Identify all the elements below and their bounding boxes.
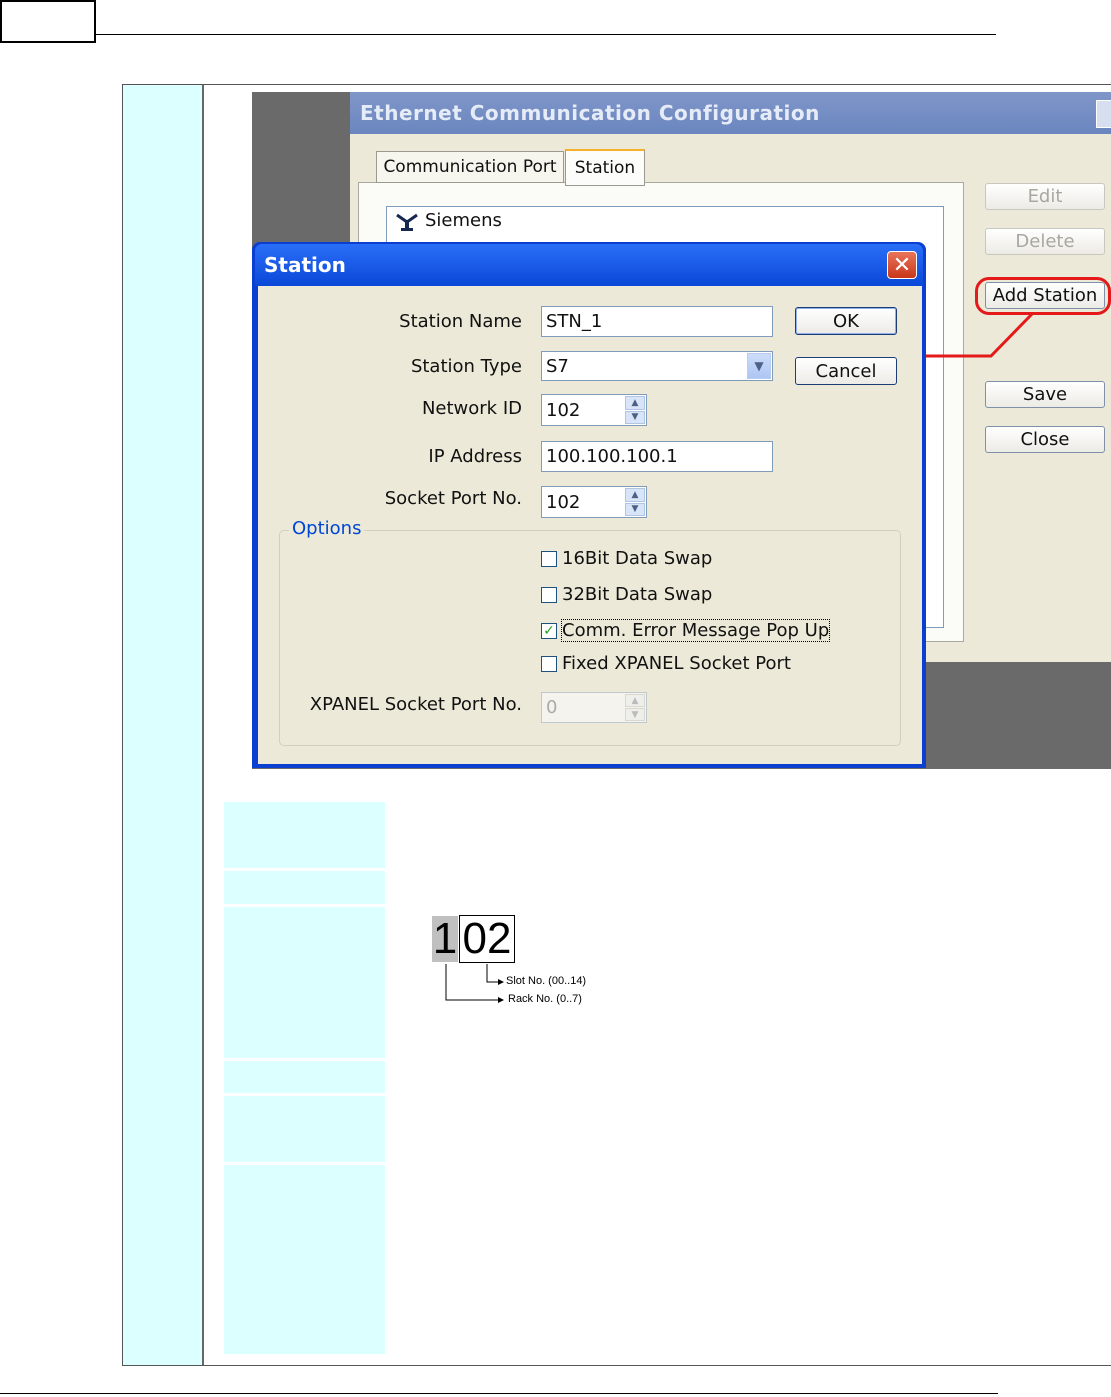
tree-item-siemens[interactable]: Siemens (395, 210, 502, 231)
station-type-value: S7 (546, 355, 569, 377)
delete-button[interactable]: Delete (985, 228, 1105, 255)
edit-button[interactable]: Edit (985, 183, 1105, 210)
option-label: Comm. Error Message Pop Up (560, 619, 831, 642)
option-16bit-swap[interactable]: 16Bit Data Swap (541, 548, 712, 569)
table-row (224, 871, 385, 904)
station-name-label: Station Name (399, 311, 522, 332)
close-button[interactable]: Close (985, 426, 1105, 453)
spin-down-icon[interactable]: ▼ (625, 410, 645, 424)
header-rule (96, 34, 996, 35)
xpanel-socket-port-value: 0 (546, 697, 558, 718)
table-row (224, 1061, 385, 1093)
xpanel-socket-port-label: XPANEL Socket Port No. (309, 694, 522, 715)
station-type-label: Station Type (410, 356, 522, 377)
diagram-connectors (445, 964, 504, 1003)
save-button[interactable]: Save (985, 381, 1105, 408)
table-row (224, 802, 385, 868)
slot-label: Slot No. (00..14) (506, 975, 587, 987)
station-dialog-title: Station (264, 253, 346, 277)
network-id-value: 102 (546, 399, 581, 421)
socket-port-value: 102 (546, 491, 581, 513)
option-label: 16Bit Data Swap (562, 548, 713, 569)
socket-port-label: Socket Port No. (384, 488, 522, 509)
tree-item-label: Siemens (425, 210, 502, 231)
cancel-button[interactable]: Cancel (795, 357, 897, 385)
spin-down-icon[interactable]: ▼ (625, 708, 645, 721)
slot-digits: 02 (459, 915, 515, 963)
option-label: Fixed XPANEL Socket Port (562, 653, 791, 674)
xpanel-socket-port-spinner[interactable]: 0 ▲ ▼ (541, 692, 647, 723)
tab-station[interactable]: Station (565, 149, 645, 186)
station-dialog-titlebar[interactable] (255, 244, 923, 286)
option-32bit-swap[interactable]: 32Bit Data Swap (541, 584, 712, 605)
ip-address-value: 100.100.100.1 (546, 446, 678, 467)
table-row (224, 1096, 385, 1162)
spin-up-icon[interactable]: ▲ (625, 488, 645, 502)
options-group-label: Options (289, 518, 365, 539)
network-icon (396, 213, 418, 231)
station-type-select[interactable]: S7 ▼ (541, 351, 773, 381)
socket-port-spinner[interactable]: 102 ▲ ▼ (541, 486, 647, 518)
tab-communication-port[interactable]: Communication Port (376, 151, 564, 183)
station-name-input[interactable]: STN_1 (541, 306, 773, 337)
footer-rule (0, 1393, 998, 1394)
checkmark-icon[interactable]: ✓ (541, 622, 557, 639)
spin-up-icon[interactable]: ▲ (625, 396, 645, 410)
table-row (224, 1165, 385, 1354)
table-row (224, 907, 385, 1058)
spin-up-icon[interactable]: ▲ (625, 694, 645, 707)
network-id-spinner[interactable]: 102 ▲ ▼ (541, 394, 647, 426)
left-column (123, 85, 204, 1365)
station-name-value: STN_1 (546, 311, 603, 332)
checkbox-icon[interactable] (541, 550, 557, 567)
ethernet-config-title: Ethernet Communication Configuration (360, 101, 820, 125)
checkbox-icon[interactable] (541, 586, 557, 603)
ip-address-label: IP Address (428, 446, 522, 467)
ok-button[interactable]: OK (795, 307, 897, 335)
spin-down-icon[interactable]: ▼ (625, 502, 645, 516)
rack-digit: 1 (432, 914, 458, 963)
checkbox-icon[interactable] (541, 655, 557, 672)
chevron-down-icon[interactable]: ▼ (747, 353, 771, 379)
option-comm-error-popup[interactable]: ✓ Comm. Error Message Pop Up (541, 619, 831, 642)
page-number-box (0, 0, 96, 43)
eth-close-icon[interactable] (1096, 100, 1111, 128)
dialog-close-icon[interactable]: ✕ (887, 251, 917, 279)
rack-label: Rack No. (0..7) (508, 993, 582, 1005)
option-fixed-xpanel-port[interactable]: Fixed XPANEL Socket Port (541, 653, 791, 674)
option-label: 32Bit Data Swap (562, 584, 713, 605)
ip-address-input[interactable]: 100.100.100.1 (541, 441, 773, 472)
network-id-label: Network ID (421, 398, 522, 419)
